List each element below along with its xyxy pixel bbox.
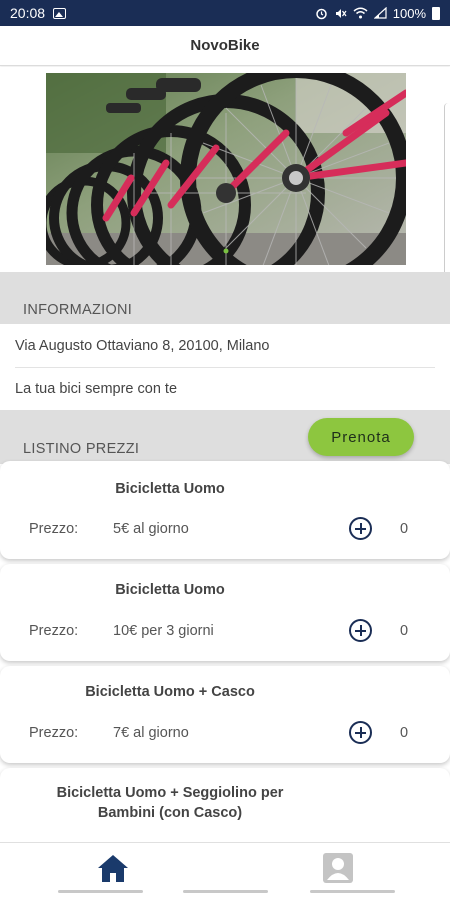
price-label: Prezzo: [29, 725, 79, 741]
app-title: NovoBike [190, 37, 260, 54]
tagline-text: La tua bici sempre con te [15, 381, 178, 397]
price-card-title: Bicicletta Uomo + Seggiolino per Bambini… [56, 785, 284, 821]
add-circle-icon[interactable] [349, 517, 372, 540]
status-bar: 20:08 100% [0, 0, 450, 26]
price-card: Bicicletta Uomo + Casco Prezzo: 7€ al gi… [0, 666, 450, 763]
price-label: Prezzo: [29, 623, 79, 639]
price-card-title: Bicicletta Uomo [115, 481, 225, 497]
price-card: Bicicletta Uomo Prezzo: 5€ al giorno 0 [0, 461, 450, 559]
nav-indicator [58, 890, 143, 893]
nav-indicator [310, 890, 395, 893]
price-value: 5€ al giorno [113, 521, 189, 537]
nav-profile-tab[interactable] [321, 851, 355, 885]
price-card: Bicicletta Uomo Prezzo: 10€ per 3 giorni… [0, 564, 450, 661]
add-circle-icon[interactable] [349, 619, 372, 642]
quantity-value: 0 [400, 521, 409, 537]
status-time: 20:08 [10, 5, 46, 21]
gallery-notification-icon [53, 7, 67, 19]
price-section-label: LISTINO PREZZI [23, 441, 140, 457]
home-icon [98, 855, 128, 882]
wifi-icon [353, 7, 368, 19]
info-section-label: INFORMAZIONI [23, 302, 133, 318]
quantity-value: 0 [400, 623, 409, 639]
bikes-image [46, 73, 406, 265]
address-row: Via Augusto Ottaviano 8, 20100, Milano [0, 324, 450, 367]
quantity-value: 0 [400, 725, 409, 741]
alarm-icon [316, 8, 327, 19]
book-button[interactable]: Prenota [308, 418, 414, 456]
add-circle-icon[interactable] [349, 721, 372, 744]
price-label: Prezzo: [29, 521, 79, 537]
price-value: 7€ al giorno [113, 725, 189, 741]
signal-icon [373, 7, 387, 19]
nav-home-tab[interactable] [96, 851, 130, 885]
profile-icon [323, 853, 353, 883]
price-value: 10€ per 3 giorni [113, 623, 214, 639]
tagline-row: La tua bici sempre con te [0, 368, 450, 410]
mute-icon [335, 8, 347, 18]
app-header: NovoBike [0, 26, 450, 66]
price-card-title: Bicicletta Uomo + Casco [85, 684, 255, 700]
battery-text: 100% [392, 5, 426, 21]
address-text: Via Augusto Ottaviano 8, 20100, Milano [15, 338, 270, 354]
price-card-title: Bicicletta Uomo [115, 582, 225, 598]
info-section-header: INFORMAZIONI [0, 272, 450, 324]
hero-carousel[interactable] [0, 67, 450, 313]
battery-icon [432, 6, 440, 20]
nav-indicator [183, 890, 268, 893]
bottom-navigation [0, 842, 450, 900]
